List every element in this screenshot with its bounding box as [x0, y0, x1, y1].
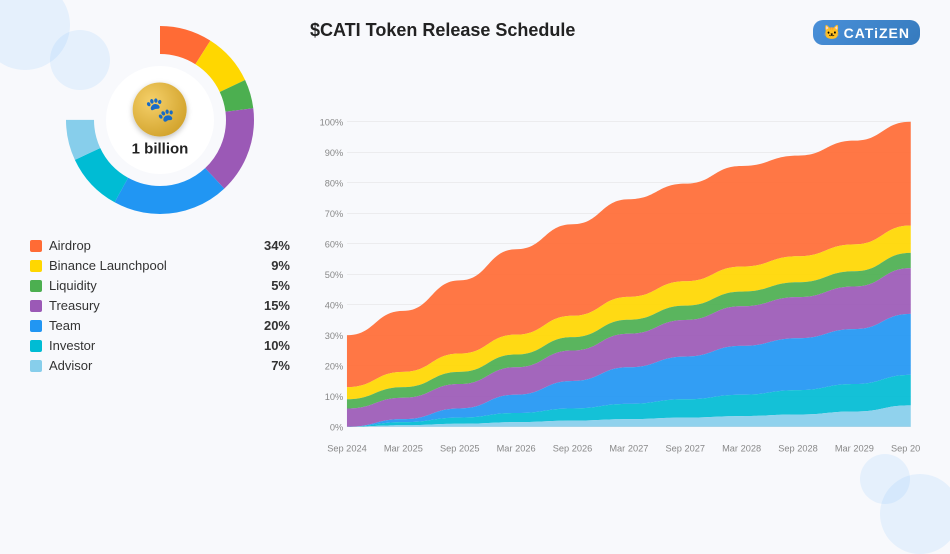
legend-item-advisor: Advisor 7%	[30, 358, 290, 373]
svg-text:Sep 2025: Sep 2025	[440, 444, 480, 454]
legend-left-liquidity: Liquidity	[30, 278, 97, 293]
svg-text:20%: 20%	[325, 361, 343, 371]
svg-text:Mar 2026: Mar 2026	[497, 444, 536, 454]
legend-pct-binance: 9%	[260, 258, 290, 273]
svg-text:10%: 10%	[325, 392, 343, 402]
left-panel: 🐾 1 billion Airdrop 34% Binance Launchpo…	[30, 20, 290, 514]
legend-label-binance: Binance Launchpool	[49, 258, 167, 273]
legend-label-liquidity: Liquidity	[49, 278, 97, 293]
svg-text:60%: 60%	[325, 239, 343, 249]
svg-text:Sep 2027: Sep 2027	[665, 444, 705, 454]
legend-left-advisor: Advisor	[30, 358, 92, 373]
stacked-area-chart: 0% 10% 20% 30% 40% 50% 60% 70% 80% 90% 100% Sep 202…	[310, 53, 920, 514]
svg-text:40%: 40%	[325, 300, 343, 310]
legend-item-airdrop: Airdrop 34%	[30, 238, 290, 253]
legend-item-team: Team 20%	[30, 318, 290, 333]
legend-item-investor: Investor 10%	[30, 338, 290, 353]
legend-pct-liquidity: 5%	[260, 278, 290, 293]
legend-left-binance: Binance Launchpool	[30, 258, 167, 273]
legend-item-liquidity: Liquidity 5%	[30, 278, 290, 293]
legend-dot-treasury	[30, 300, 42, 312]
donut-center: 🐾 1 billion	[132, 83, 189, 158]
svg-text:50%: 50%	[325, 270, 343, 280]
legend-dot-liquidity	[30, 280, 42, 292]
coin-icon: 🐾	[133, 83, 187, 137]
svg-text:Mar 2028: Mar 2028	[722, 444, 761, 454]
legend-dot-advisor	[30, 360, 42, 372]
svg-text:30%: 30%	[325, 331, 343, 341]
svg-text:80%: 80%	[325, 178, 343, 188]
main-container: 🐾 1 billion Airdrop 34% Binance Launchpo…	[0, 0, 950, 534]
legend-pct-investor: 10%	[260, 338, 290, 353]
legend-pct-team: 20%	[260, 318, 290, 333]
legend-item-treasury: Treasury 15%	[30, 298, 290, 313]
legend-pct-treasury: 15%	[260, 298, 290, 313]
legend-label-advisor: Advisor	[49, 358, 92, 373]
svg-text:Mar 2025: Mar 2025	[384, 444, 423, 454]
logo-badge: 🐱 CATiZEN	[813, 20, 920, 45]
legend-dot-airdrop	[30, 240, 42, 252]
legend-left-airdrop: Airdrop	[30, 238, 91, 253]
svg-text:70%: 70%	[325, 209, 343, 219]
legend-label-team: Team	[49, 318, 81, 333]
chart-title: $CATI Token Release Schedule	[310, 20, 575, 41]
legend-dot-team	[30, 320, 42, 332]
logo-icon: 🐱	[823, 24, 841, 41]
legend-left-treasury: Treasury	[30, 298, 100, 313]
legend-dot-investor	[30, 340, 42, 352]
legend-dot-binance	[30, 260, 42, 272]
legend-label-treasury: Treasury	[49, 298, 100, 313]
svg-text:Sep 2024: Sep 2024	[327, 444, 367, 454]
svg-text:0%: 0%	[330, 422, 343, 432]
legend-pct-airdrop: 34%	[260, 238, 290, 253]
legend-item-binance: Binance Launchpool 9%	[30, 258, 290, 273]
legend-left-investor: Investor	[30, 338, 95, 353]
logo-text: CATiZEN	[844, 25, 910, 41]
legend-label-investor: Investor	[49, 338, 95, 353]
svg-text:Sep 2028: Sep 2028	[778, 444, 818, 454]
donut-chart: 🐾 1 billion	[60, 20, 260, 220]
legend-left-team: Team	[30, 318, 81, 333]
legend: Airdrop 34% Binance Launchpool 9% Liquid…	[30, 238, 290, 373]
chart-header: $CATI Token Release Schedule 🐱 CATiZEN	[310, 20, 920, 45]
legend-label-airdrop: Airdrop	[49, 238, 91, 253]
legend-pct-advisor: 7%	[260, 358, 290, 373]
right-panel: $CATI Token Release Schedule 🐱 CATiZEN 0…	[310, 20, 920, 514]
svg-text:Mar 2027: Mar 2027	[609, 444, 648, 454]
svg-text:Sep 2026: Sep 2026	[553, 444, 593, 454]
svg-text:Sep 2029: Sep 2029	[891, 444, 920, 454]
svg-text:90%: 90%	[325, 148, 343, 158]
svg-text:100%: 100%	[320, 117, 344, 127]
billion-label: 1 billion	[132, 141, 189, 158]
svg-text:Mar 2029: Mar 2029	[835, 444, 874, 454]
